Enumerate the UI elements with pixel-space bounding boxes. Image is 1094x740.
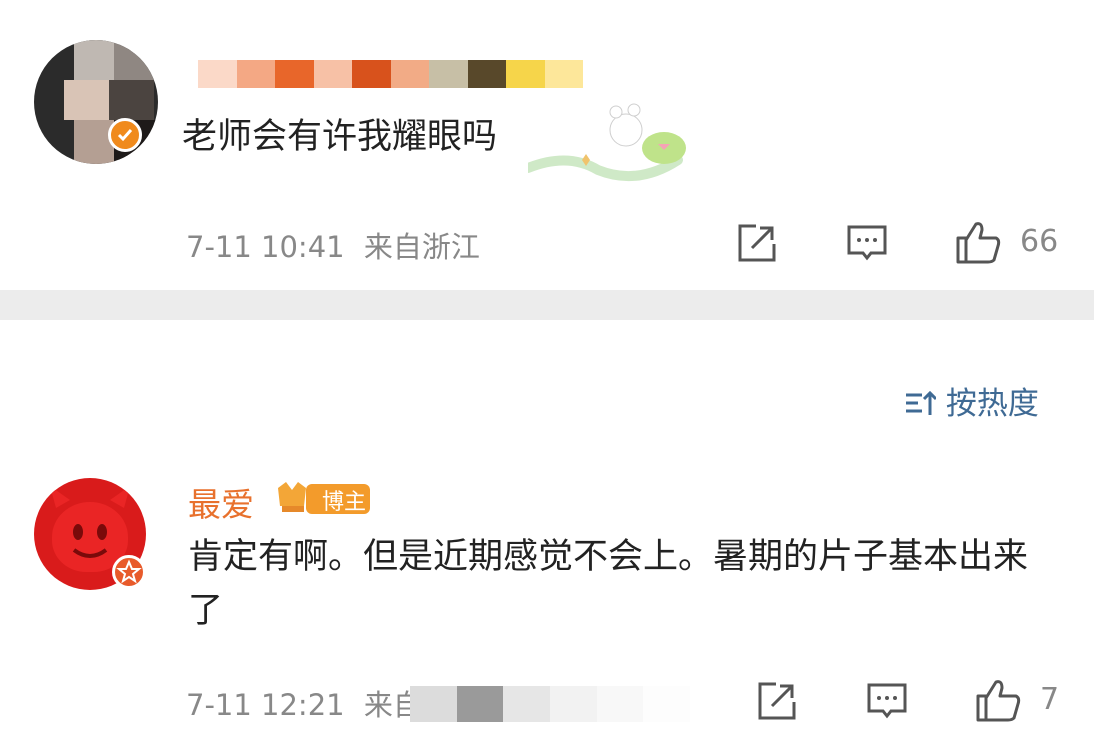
- username-blurred[interactable]: [198, 60, 583, 88]
- share-icon[interactable]: [756, 680, 798, 722]
- location-blur: [410, 686, 691, 722]
- blogger-badge-label: 博主: [322, 490, 367, 515]
- like-icon[interactable]: [974, 676, 1022, 724]
- verified-badge-icon: [108, 118, 142, 152]
- comment-text: 老师会有许我耀眼吗: [182, 117, 498, 157]
- sort-icon: [906, 390, 938, 415]
- avatar[interactable]: [34, 40, 158, 164]
- sort-button[interactable]: 按热度: [904, 378, 1039, 423]
- username[interactable]: 最爱: [188, 478, 254, 526]
- comment-icon[interactable]: [846, 222, 888, 264]
- bunny-sticker-icon: [528, 103, 686, 182]
- star-badge-icon: [112, 555, 146, 589]
- comment-time: 7-11 12:21: [186, 688, 345, 722]
- comment-time: 7-11 10:41: [186, 230, 345, 264]
- like-count: 66: [1020, 224, 1059, 259]
- sort-label: 按热度: [945, 386, 1039, 422]
- comment-icon[interactable]: [866, 680, 908, 722]
- comment-text: 肯定有啊。但是近期感觉不会上。暑期的片子基本出来了: [188, 537, 1029, 631]
- share-icon[interactable]: [736, 222, 778, 264]
- comment-location: 来自浙江: [363, 230, 480, 264]
- like-icon[interactable]: [954, 218, 1002, 266]
- like-count: 7: [1040, 682, 1060, 717]
- section-divider: [0, 290, 1094, 320]
